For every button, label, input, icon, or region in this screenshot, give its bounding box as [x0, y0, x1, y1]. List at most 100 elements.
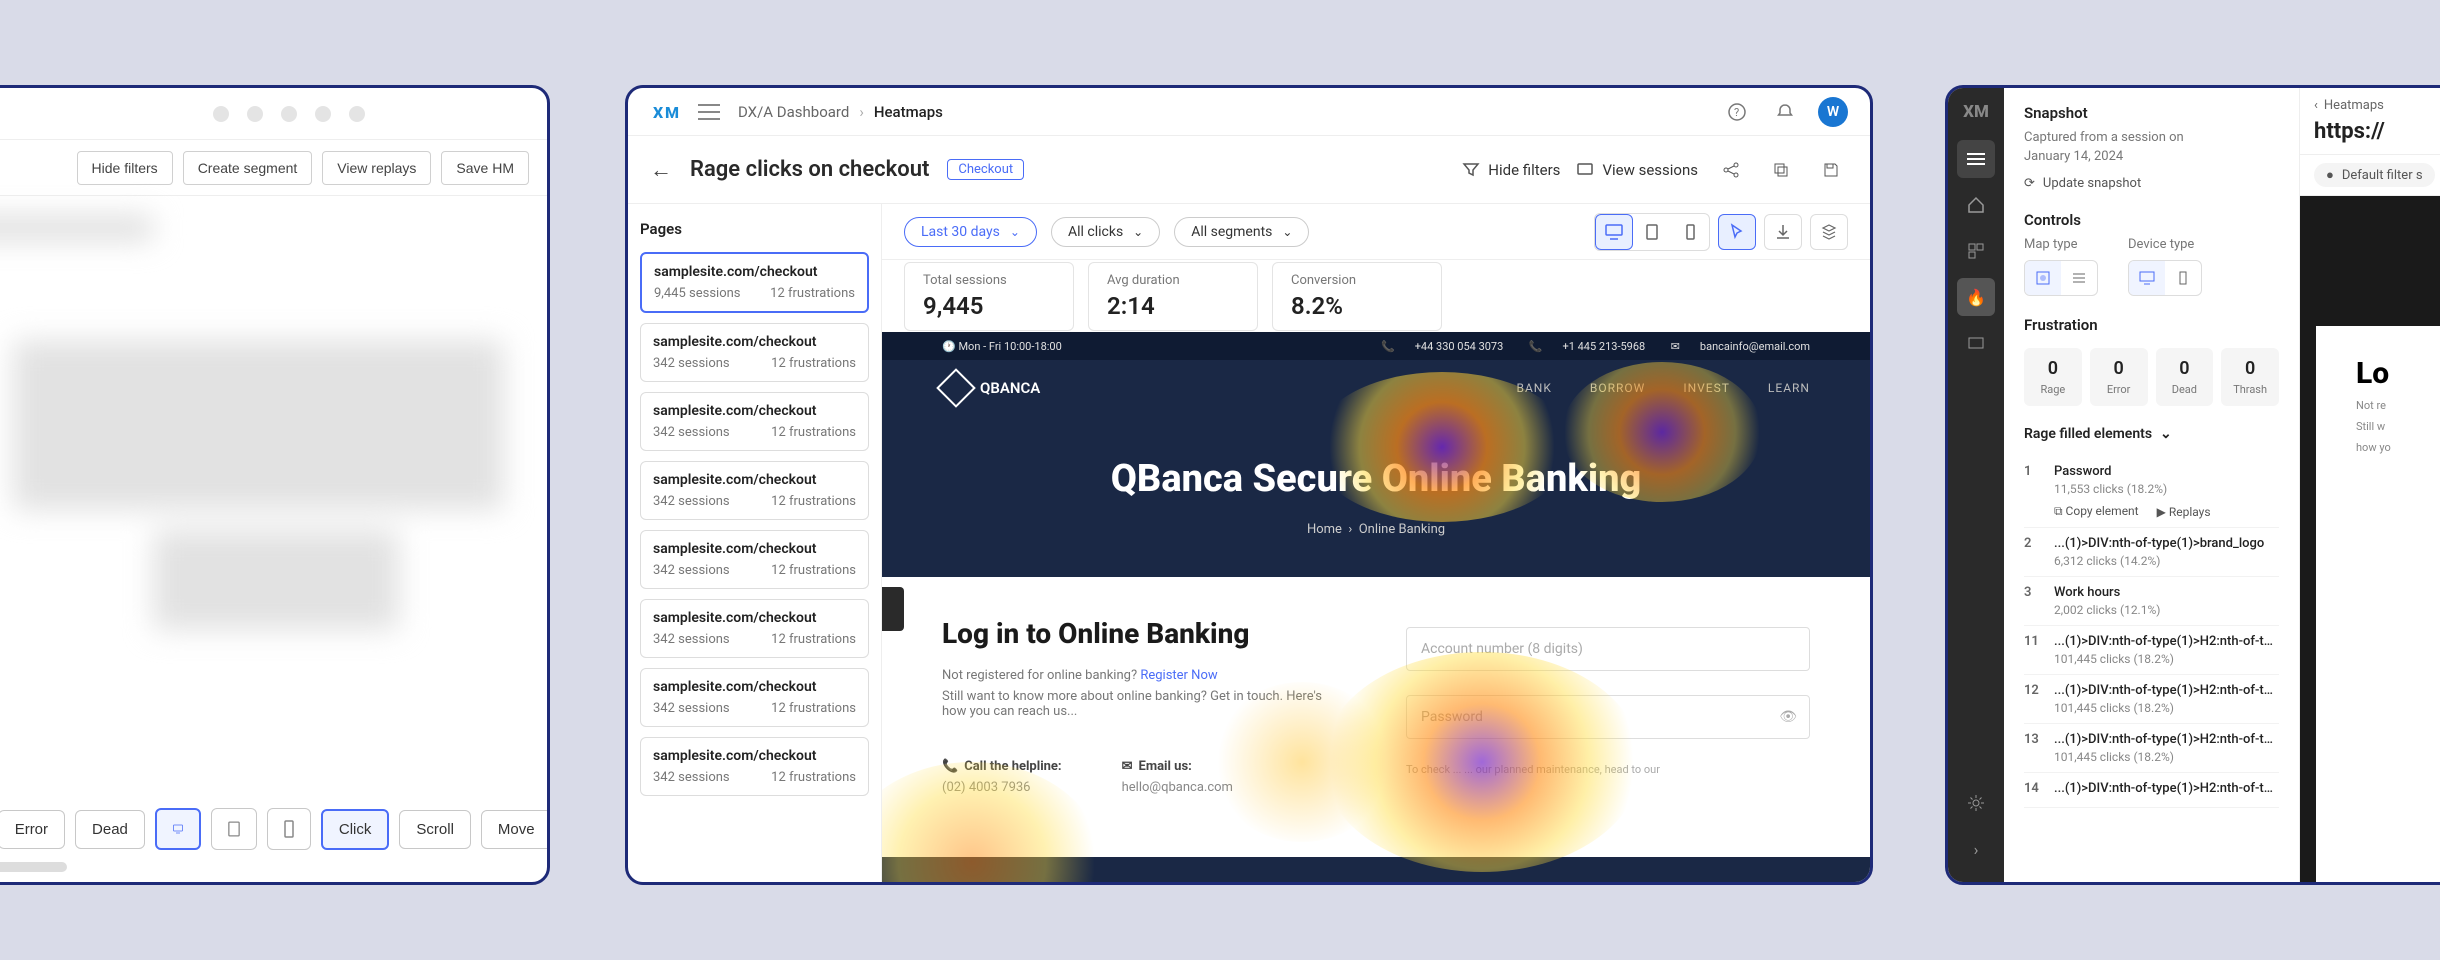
menu-icon[interactable]: [698, 104, 720, 120]
bell-icon[interactable]: [1770, 97, 1800, 127]
cursor-toggle[interactable]: [1718, 214, 1756, 250]
preview-hero: QBanca Secure Online Banking Home › Onli…: [882, 416, 1870, 577]
list-icon[interactable]: [2061, 261, 2097, 295]
window-center: XM DX/A Dashboard › Heatmaps ? W ← Rage …: [625, 85, 1873, 885]
stat-avg-duration: Avg duration2:14: [1088, 262, 1258, 331]
layers-icon[interactable]: [1810, 214, 1848, 250]
heatmap-icon[interactable]: [2025, 261, 2061, 295]
preview-nav: QBANCA BANK BORROW INVEST LEARN: [882, 360, 1870, 416]
window-left: Hide filters Create segment View replays…: [0, 85, 550, 885]
replays-button: ▶ Replays: [2157, 504, 2211, 519]
scroll-button[interactable]: Scroll: [399, 810, 471, 849]
element-item[interactable]: 11...(1)>DIV:nth-of-type(1)>H2:nth-of-ty…: [2024, 626, 2279, 675]
tab-dot[interactable]: [213, 106, 229, 122]
page-card[interactable]: samplesite.com/checkout342 sessions12 fr…: [640, 599, 869, 658]
share-icon[interactable]: [1714, 153, 1748, 187]
eye-icon: 👁: [1779, 709, 1797, 725]
tablet-icon[interactable]: [1633, 214, 1671, 250]
tablet-icon[interactable]: [211, 808, 257, 850]
breadcrumb-item[interactable]: DX/A Dashboard: [738, 103, 849, 121]
update-snapshot-button[interactable]: ⟳Update snapshot: [2024, 176, 2279, 191]
page-card[interactable]: samplesite.com/checkout342 sessions12 fr…: [640, 530, 869, 589]
rail-item-settings[interactable]: [1957, 784, 1995, 822]
rage-elements-toggle[interactable]: Rage filled elements⌄: [2024, 426, 2279, 442]
rail-item-sessions[interactable]: [1957, 324, 1995, 362]
login-heading: Log in to Online Banking: [942, 617, 1346, 650]
pages-sidebar: Pages samplesite.com/checkout9,445 sessi…: [628, 204, 882, 882]
feedback-tab: [882, 587, 904, 631]
chevron-down-icon: ⌄: [1133, 225, 1143, 239]
back-arrow-icon[interactable]: ←: [650, 157, 672, 183]
date-filter[interactable]: Last 30 days⌄: [904, 217, 1037, 247]
url-display: https://: [2314, 119, 2440, 144]
desktop-icon[interactable]: [155, 808, 201, 850]
mobile-icon[interactable]: [267, 808, 311, 850]
clicks-filter[interactable]: All clicks⌄: [1051, 217, 1160, 247]
create-segment-button[interactable]: Create segment: [183, 151, 313, 185]
element-item[interactable]: 3Work hours2,002 clicks (12.1%): [2024, 577, 2279, 626]
controls-heading: Controls: [2024, 211, 2279, 229]
hide-filters-button[interactable]: Hide filters: [77, 151, 173, 185]
browser-tabs: [0, 88, 547, 140]
save-hm-button[interactable]: Save HM: [441, 151, 529, 185]
frustration-card[interactable]: 0Dead: [2156, 348, 2214, 406]
map-type-toggle: [2024, 260, 2098, 296]
back-to-heatmaps[interactable]: ‹ Heatmaps: [2314, 98, 2440, 113]
help-icon[interactable]: ?: [1722, 97, 1752, 127]
nav-item: LEARN: [1768, 381, 1810, 395]
expand-rail-icon[interactable]: ›: [1957, 830, 1995, 868]
tab-dot[interactable]: [315, 106, 331, 122]
chevron-right-icon: ›: [859, 103, 864, 121]
filter-chip[interactable]: ● Default filter s: [2314, 163, 2435, 187]
rail-item-home[interactable]: [1957, 186, 1995, 224]
scrollbar[interactable]: [0, 862, 67, 872]
page-card[interactable]: samplesite.com/checkout342 sessions12 fr…: [640, 737, 869, 796]
page-card[interactable]: samplesite.com/checkout342 sessions12 fr…: [640, 323, 869, 382]
move-button[interactable]: Move: [481, 810, 550, 849]
bottom-controls: Thrash Error Dead Click Scroll Move: [0, 808, 547, 872]
element-item[interactable]: 1Password11,553 clicks (18.2%)⧉ Copy ele…: [2024, 456, 2279, 528]
rail-item-menu[interactable]: [1957, 140, 1995, 178]
window-right: XM 🔥 › Snapshot Captured from a session …: [1945, 85, 2440, 885]
view-sessions-button[interactable]: View sessions: [1576, 161, 1698, 179]
save-icon[interactable]: [1814, 153, 1848, 187]
error-button[interactable]: Error: [0, 810, 65, 849]
hide-filters-button[interactable]: Hide filters: [1462, 161, 1560, 179]
avatar[interactable]: W: [1818, 97, 1848, 127]
element-item[interactable]: 12...(1)>DIV:nth-of-type(1)>H2:nth-of-ty…: [2024, 675, 2279, 724]
tab-dot[interactable]: [281, 106, 297, 122]
frustration-card[interactable]: 0Rage: [2024, 348, 2082, 406]
element-item[interactable]: 13...(1)>DIV:nth-of-type(1)>H2:nth-of-ty…: [2024, 724, 2279, 773]
element-item[interactable]: 14...(1)>DIV:nth-of-type(1)>H2:nth-of-ty…: [2024, 773, 2279, 808]
page-card[interactable]: samplesite.com/checkout342 sessions12 fr…: [640, 392, 869, 451]
tab-dot[interactable]: [247, 106, 263, 122]
mobile-icon[interactable]: [1671, 214, 1709, 250]
page-card[interactable]: samplesite.com/checkout9,445 sessions12 …: [640, 252, 869, 313]
copy-icon[interactable]: [1764, 153, 1798, 187]
preview-lower: Log in to Online Banking Not registered …: [882, 577, 1870, 857]
xm-logo: XM: [650, 97, 680, 127]
desktop-icon[interactable]: [2129, 261, 2165, 295]
rail-item-dashboard[interactable]: [1957, 232, 1995, 270]
page-card[interactable]: samplesite.com/checkout342 sessions12 fr…: [640, 461, 869, 520]
segments-filter[interactable]: All segments⌄: [1174, 217, 1309, 247]
svg-text:X: X: [653, 103, 664, 122]
frustration-card[interactable]: 0Error: [2090, 348, 2148, 406]
frustration-card[interactable]: 0Thrash: [2221, 348, 2279, 406]
desktop-icon[interactable]: [1595, 214, 1633, 250]
frustration-heading: Frustration: [2024, 316, 2279, 334]
rail-item-heatmap[interactable]: 🔥: [1957, 278, 1995, 316]
view-replays-button[interactable]: View replays: [322, 151, 431, 185]
click-button[interactable]: Click: [321, 809, 390, 850]
device-type-toggle: [2128, 260, 2202, 296]
device-toggle: [1594, 213, 1710, 251]
svg-text:?: ?: [1734, 106, 1739, 119]
dead-button[interactable]: Dead: [75, 810, 145, 849]
copy-element-button: ⧉ Copy element: [2054, 504, 2139, 519]
mobile-icon[interactable]: [2165, 261, 2201, 295]
tab-dot[interactable]: [349, 106, 365, 122]
page-card[interactable]: samplesite.com/checkout342 sessions12 fr…: [640, 668, 869, 727]
element-item[interactable]: 2...(1)>DIV:nth-of-type(1)>brand_logo6,3…: [2024, 528, 2279, 577]
blurred-content: [0, 196, 547, 756]
download-icon[interactable]: [1764, 214, 1802, 250]
